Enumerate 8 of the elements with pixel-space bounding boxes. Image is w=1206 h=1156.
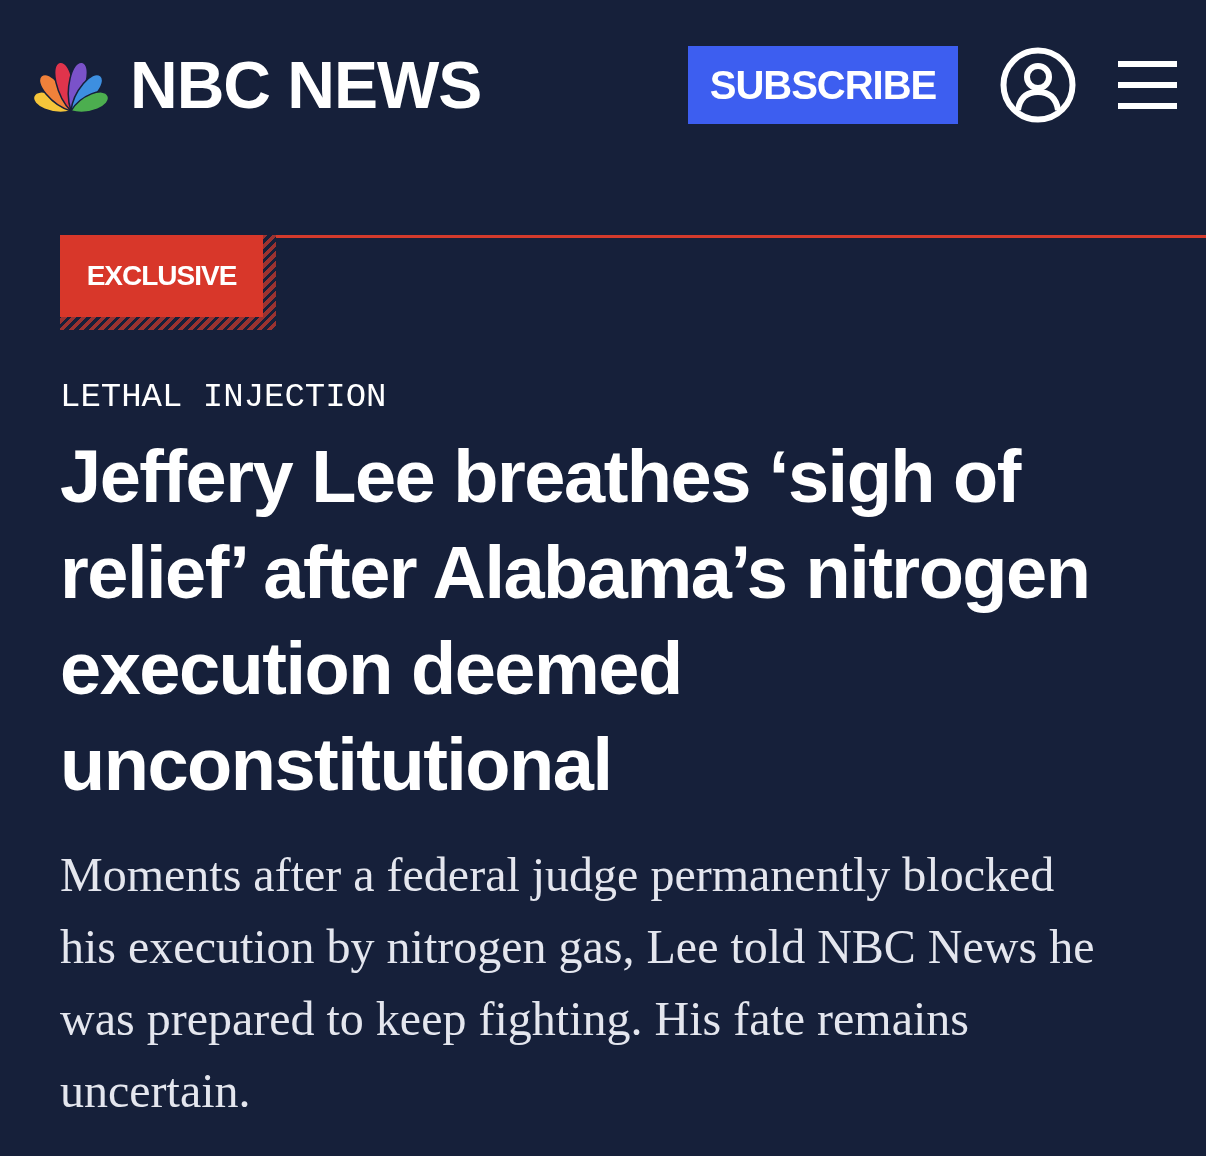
user-account-icon[interactable] [1000,47,1076,123]
menu-icon[interactable] [1118,61,1177,109]
article-headline: Jeffery Lee breathes ‘sigh of relief’ after Alabama’s nitrogen execution deemed unconstitutional [60,434,1091,808]
exclusive-badge: EXCLUSIVE [60,235,276,330]
article-summary: Moments after a federal judge permanently blocked his execution by nitrogen gas, Lee told NBC News he was prepared to keep fighting. His fate remains uncertain. [60,847,1096,1119]
section-label[interactable]: LETHAL INJECTION [60,377,387,417]
subscribe-button[interactable]: SUBSCRIBE [688,46,958,124]
brand-name[interactable]: NBC NEWS [130,52,482,118]
